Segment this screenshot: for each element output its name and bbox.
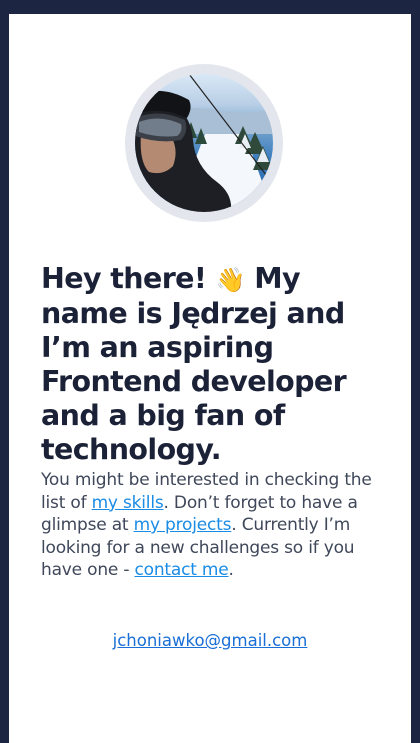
page-card: Hey there! 👋 My name is Jędrzej and I’m …: [9, 14, 411, 743]
avatar-photo: [135, 74, 273, 212]
headline-greeting: Hey there!: [41, 262, 207, 295]
skills-link[interactable]: my skills: [92, 493, 164, 513]
intro-paragraph: You might be interested in checking the …: [41, 469, 386, 582]
avatar: [135, 74, 273, 212]
wave-icon: 👋: [215, 266, 246, 294]
contact-email: jchoniawko@gmail.com: [9, 631, 411, 650]
contact-link[interactable]: contact me: [135, 560, 229, 580]
projects-link[interactable]: my projects: [134, 515, 232, 535]
intro-text-4: .: [228, 560, 234, 580]
email-link[interactable]: jchoniawko@gmail.com: [113, 631, 308, 650]
page-title: Hey there! 👋 My name is Jędrzej and I’m …: [41, 262, 393, 467]
avatar-ring: [125, 64, 283, 222]
